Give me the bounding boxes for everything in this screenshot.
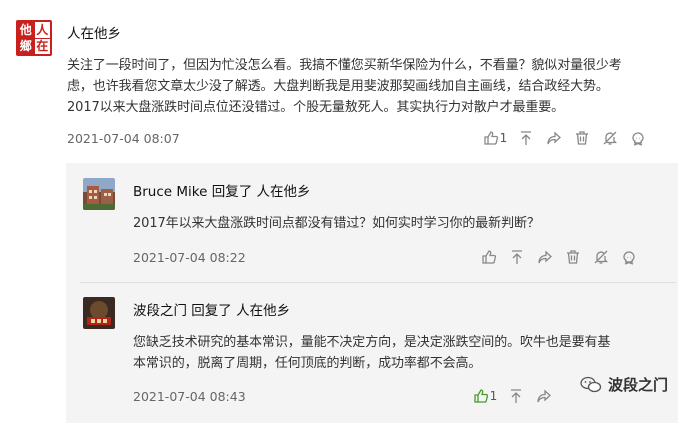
comment-body: 关注了一段时间了，但因为忙没怎么看。我搞不懂您买新华保险为什么，不看量？貌似对量… — [67, 55, 687, 118]
comment-timestamp: 2021-07-04 08:07 — [67, 131, 180, 146]
pin-top-icon — [521, 131, 531, 145]
like-button[interactable] — [475, 247, 503, 267]
comment-line: 关注了一段时间了，但因为忙没怎么看。我搞不懂您买新华保险为什么，不看量？貌似对量… — [67, 58, 622, 73]
like-button[interactable]: 1 — [468, 386, 502, 406]
mute-icon — [603, 131, 618, 145]
reply-body: 2017年以来大盘涨跌时间点都没有错过？如何实时学习你的最新判断？ — [133, 213, 540, 234]
brand-logo-icon — [83, 297, 115, 329]
avatar[interactable]: 他 人 鄉 在 — [16, 20, 52, 56]
reply-line: 本常识的，脱离了周期，任何顶底的判断，成功率都不会高。 — [133, 356, 482, 371]
pin-top-button[interactable] — [503, 247, 531, 267]
skull-icon — [623, 251, 635, 265]
avatar-char: 他 — [19, 22, 32, 37]
reply-body: 您缺乏技术研究的基本常识，量能不决定方向，是决定涨跌空间的。吹牛也是要有基 本常… — [133, 332, 678, 374]
mute-button[interactable] — [587, 247, 615, 267]
thumbs-up-icon — [474, 389, 488, 403]
reply-header: 波段之门 回复了 人在他乡 — [133, 299, 290, 319]
block-button[interactable] — [615, 247, 643, 267]
watermark-text: 波段之门 — [608, 376, 669, 394]
reply-timestamp: 2021-07-04 08:43 — [133, 389, 246, 404]
avatar-char: 人 — [34, 22, 50, 38]
reply-to-username[interactable]: 人在他乡 — [257, 184, 311, 200]
wechat-icon — [580, 376, 602, 392]
reply-username[interactable]: Bruce Mike — [133, 184, 207, 200]
share-button[interactable] — [530, 386, 558, 406]
pin-top-button[interactable] — [502, 386, 530, 406]
reply-username[interactable]: 波段之门 — [133, 303, 187, 319]
trash-icon — [567, 250, 579, 264]
thumbs-up-icon — [481, 250, 496, 264]
pin-top-icon — [511, 389, 521, 403]
share-button[interactable] — [540, 128, 568, 148]
mute-button[interactable] — [596, 128, 624, 148]
skull-icon — [632, 132, 644, 146]
comment-actions: 1 — [478, 128, 652, 148]
pin-top-icon — [512, 250, 522, 264]
mute-icon — [594, 250, 609, 264]
share-icon — [547, 131, 561, 145]
comment-line: 虑，也许我看您文章太少没了解透。大盘判断我是用斐波那契画线加自主画线，结合政经大… — [67, 79, 609, 94]
delete-button[interactable] — [559, 247, 587, 267]
comment-line: 2017以来大盘涨跌时间点位还没错过。个股无量敖死人。其实执行力对散户才最重要。 — [67, 100, 565, 115]
avatar[interactable] — [83, 178, 115, 210]
trash-icon — [576, 131, 588, 145]
delete-button[interactable] — [568, 128, 596, 148]
reply-divider — [80, 282, 676, 283]
share-icon — [537, 389, 551, 403]
reply-actions: 1 — [468, 386, 558, 406]
like-count: 1 — [499, 131, 508, 145]
like-count: 1 — [489, 389, 498, 403]
comment-username[interactable]: 人在他乡 — [67, 22, 121, 42]
reply-to-username[interactable]: 人在他乡 — [236, 303, 290, 319]
thumbs-up-icon — [484, 131, 498, 145]
block-button[interactable] — [624, 128, 652, 148]
reply-actions — [475, 247, 643, 267]
share-button[interactable] — [531, 247, 559, 267]
reply-line: 您缺乏技术研究的基本常识，量能不决定方向，是决定涨跌空间的。吹牛也是要有基 — [133, 335, 611, 350]
reply-verb: 回复了 — [191, 303, 232, 319]
avatar-char: 鄉 — [19, 39, 32, 54]
pin-top-button[interactable] — [512, 128, 540, 148]
reply-header: Bruce Mike 回复了 人在他乡 — [133, 180, 311, 200]
watermark: 波段之门 — [580, 374, 668, 395]
reply-timestamp: 2021-07-04 08:22 — [133, 250, 246, 265]
avatar[interactable] — [83, 297, 115, 329]
share-icon — [538, 250, 552, 264]
avatar-char: 在 — [34, 38, 50, 54]
reply-line: 2017年以来大盘涨跌时间点都没有错过？如何实时学习你的最新判断？ — [133, 216, 540, 231]
reply-verb: 回复了 — [211, 184, 253, 200]
like-button[interactable]: 1 — [478, 128, 512, 148]
building-photo-icon — [83, 178, 115, 210]
